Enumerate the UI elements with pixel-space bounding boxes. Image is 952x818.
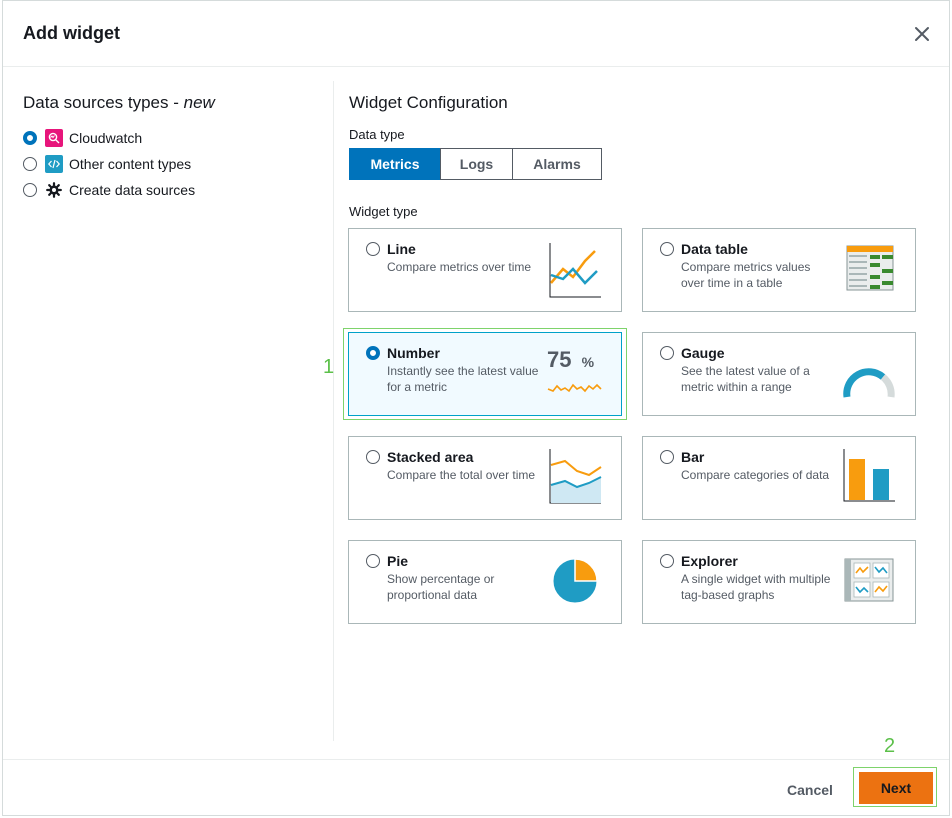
widget-title-explorer: Explorer bbox=[681, 553, 738, 569]
source-label-create-data-sources: Create data sources bbox=[69, 182, 196, 198]
data-type-metrics[interactable]: Metrics bbox=[349, 148, 441, 180]
sparkline-icon bbox=[547, 383, 602, 393]
footer-divider bbox=[3, 759, 949, 760]
source-option-create-data-sources[interactable]: Create data sources bbox=[23, 177, 323, 203]
gear-icon bbox=[45, 181, 63, 199]
dialog-title: Add widget bbox=[23, 23, 120, 43]
widget-radio-number[interactable] bbox=[366, 346, 380, 360]
widget-title-number: Number bbox=[387, 345, 440, 361]
widget-title-pie: Pie bbox=[387, 553, 409, 569]
source-option-cloudwatch[interactable]: Cloudwatch bbox=[23, 125, 323, 151]
widget-card-bar[interactable]: Bar Compare categories of data bbox=[642, 436, 916, 520]
widget-desc-bar: Compare categories of data bbox=[681, 468, 830, 482]
stacked-area-icon bbox=[549, 449, 602, 504]
widget-type-label: Widget type bbox=[349, 204, 418, 219]
widget-desc-stacked-area: Compare the total over time bbox=[387, 468, 536, 482]
widget-radio-pie[interactable] bbox=[366, 554, 380, 568]
data-table-icon bbox=[846, 245, 894, 291]
dialog-header: Add widget bbox=[3, 1, 949, 67]
gauge-icon bbox=[843, 368, 895, 398]
source-radio-cloudwatch[interactable] bbox=[23, 131, 37, 145]
bar-chart-icon bbox=[843, 449, 895, 502]
source-label-cloudwatch: Cloudwatch bbox=[69, 130, 143, 146]
widget-radio-stacked-area[interactable] bbox=[366, 450, 380, 464]
number-icon-value: 75 bbox=[547, 347, 572, 372]
widget-title-line: Line bbox=[387, 241, 416, 257]
code-icon bbox=[45, 155, 63, 173]
source-option-other-content[interactable]: Other content types bbox=[23, 151, 323, 177]
widget-desc-gauge: See the latest value of a metric within … bbox=[681, 364, 810, 394]
source-radio-create-data-sources[interactable] bbox=[23, 183, 37, 197]
widget-desc-data-table: Compare metrics values over time in a ta… bbox=[681, 260, 811, 290]
widget-card-explorer[interactable]: Explorer A single widget with multiple t… bbox=[642, 540, 916, 624]
widget-card-line[interactable]: Line Compare metrics over time bbox=[348, 228, 622, 312]
pie-chart-icon bbox=[552, 558, 598, 604]
add-widget-dialog: Add widget Data sources types - new Clou… bbox=[2, 0, 950, 816]
widget-title-data-table: Data table bbox=[681, 241, 748, 257]
widget-radio-explorer[interactable] bbox=[660, 554, 674, 568]
widget-desc-line: Compare metrics over time bbox=[387, 260, 532, 274]
annotation-number-1: 1 bbox=[323, 356, 335, 378]
widget-radio-bar[interactable] bbox=[660, 450, 674, 464]
widget-desc-explorer: A single widget with multiple tag-based … bbox=[681, 572, 831, 602]
line-chart-icon bbox=[549, 243, 601, 298]
widget-card-stacked-area[interactable]: Stacked area Compare the total over time bbox=[348, 436, 622, 520]
data-type-logs[interactable]: Logs bbox=[440, 148, 513, 180]
data-type-label: Data type bbox=[349, 127, 405, 142]
widget-card-pie[interactable]: Pie Show percentage or proportional data bbox=[348, 540, 622, 624]
data-sources-heading-new: new bbox=[183, 93, 215, 112]
cancel-button[interactable]: Cancel bbox=[771, 775, 849, 805]
number-icon-unit: % bbox=[581, 354, 595, 370]
source-label-other-content: Other content types bbox=[69, 156, 192, 172]
panel-divider bbox=[333, 81, 334, 741]
widget-card-data-table[interactable]: Data table Compare metrics values over t… bbox=[642, 228, 916, 312]
widget-configuration-panel: Widget Configuration Data type Metrics L… bbox=[349, 93, 929, 219]
data-sources-heading-text: Data sources types - bbox=[23, 93, 184, 112]
data-type-alarms[interactable]: Alarms bbox=[512, 148, 602, 180]
widget-desc-number: Instantly see the latest value for a met… bbox=[387, 364, 539, 394]
close-icon bbox=[915, 27, 929, 41]
widget-desc-pie: Show percentage or proportional data bbox=[387, 572, 495, 602]
widget-card-number[interactable]: Number Instantly see the latest value fo… bbox=[348, 332, 622, 416]
widget-radio-gauge[interactable] bbox=[660, 346, 674, 360]
annotation-number-2: 2 bbox=[884, 735, 896, 757]
data-sources-panel: Data sources types - new Cloudwatch Othe… bbox=[23, 93, 323, 203]
number-icon: 75 % bbox=[547, 343, 603, 403]
widget-title-stacked-area: Stacked area bbox=[387, 449, 474, 465]
data-type-segmented-control: Metrics Logs Alarms bbox=[349, 148, 929, 180]
widget-title-gauge: Gauge bbox=[681, 345, 725, 361]
widget-radio-data-table[interactable] bbox=[660, 242, 674, 256]
widget-card-gauge[interactable]: Gauge See the latest value of a metric w… bbox=[642, 332, 916, 416]
explorer-icon bbox=[844, 558, 894, 602]
next-button[interactable]: Next bbox=[859, 772, 933, 804]
widget-radio-line[interactable] bbox=[366, 242, 380, 256]
close-button[interactable] bbox=[909, 21, 935, 47]
data-sources-heading: Data sources types - new bbox=[23, 93, 323, 113]
widget-title-bar: Bar bbox=[681, 449, 705, 465]
widget-configuration-heading: Widget Configuration bbox=[349, 93, 508, 112]
source-radio-other-content[interactable] bbox=[23, 157, 37, 171]
cloudwatch-icon bbox=[45, 129, 63, 147]
